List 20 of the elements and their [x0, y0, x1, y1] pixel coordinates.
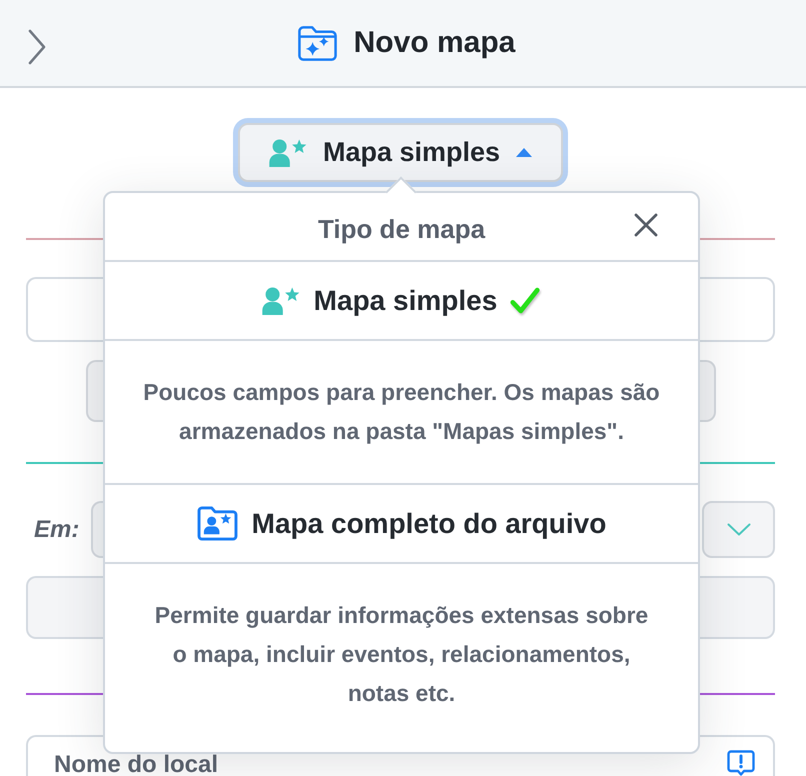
field-edge[interactable]	[26, 277, 106, 342]
field-label: Em:	[34, 516, 80, 544]
popover-title: Tipo de mapa	[318, 213, 486, 245]
chevron-down-icon	[726, 523, 750, 536]
option-description: Poucos campos para preencher. Os mapas são armazenados na pasta "Mapas simples".	[142, 378, 661, 446]
map-type-option[interactable]: Mapa simples	[105, 262, 698, 341]
dropdown-button[interactable]	[702, 501, 775, 558]
caret-up-icon	[516, 148, 532, 157]
page-title: Novo mapa	[354, 26, 516, 60]
close-button[interactable]	[634, 212, 658, 236]
map-type-option[interactable]: Mapa completo do arquivo	[105, 485, 698, 564]
person-star-icon	[268, 138, 307, 166]
option-description: Permite guardar informações extensas sobre o mapa, incluir eventos, relacionamentos, notas etc.	[154, 601, 650, 708]
chevron-right-icon[interactable]	[27, 29, 47, 65]
folder-person-icon	[196, 506, 238, 541]
field-edge[interactable]	[697, 277, 775, 342]
field-edge[interactable]	[697, 576, 775, 639]
folder-sparkle-icon	[296, 24, 338, 62]
person-star-icon	[262, 286, 300, 314]
close-icon	[634, 212, 658, 236]
